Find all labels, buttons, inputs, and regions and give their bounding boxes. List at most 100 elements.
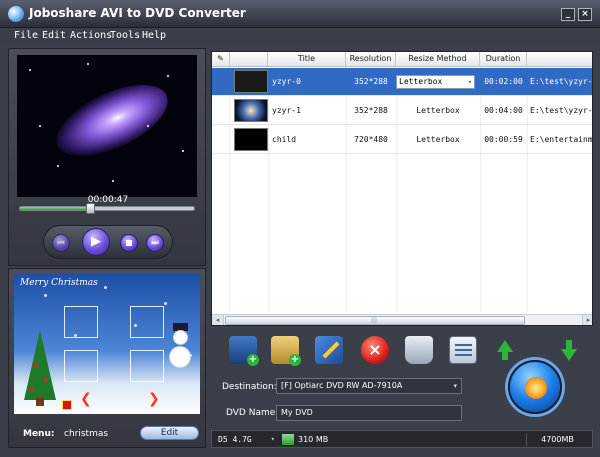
ornament bbox=[30, 388, 34, 392]
edit-video-icon[interactable] bbox=[315, 336, 343, 364]
star bbox=[87, 63, 89, 65]
table-header: ✎ Title Resolution Resize Method Duratio… bbox=[212, 52, 592, 67]
play-button[interactable]: ▶ bbox=[82, 228, 110, 256]
title-bar: Joboshare AVI to DVD Converter _ × bbox=[0, 0, 600, 28]
snowman-head bbox=[173, 330, 188, 345]
video-thumbnail bbox=[234, 99, 268, 122]
close-button[interactable]: × bbox=[578, 8, 592, 21]
column-thumbnail bbox=[230, 52, 268, 67]
menu-edit[interactable]: Edit bbox=[42, 30, 66, 41]
scroll-grip-icon: ||| bbox=[371, 317, 378, 324]
resize-method-value: Letterbox bbox=[399, 77, 443, 86]
delete-icon[interactable] bbox=[361, 336, 389, 364]
menu-bar: File Edit Actions Tools Help bbox=[0, 28, 600, 44]
row-title: child bbox=[272, 135, 297, 144]
disc-type-select[interactable]: D5 4.7G ▾ bbox=[214, 433, 278, 446]
star bbox=[57, 165, 59, 167]
star bbox=[112, 180, 114, 182]
move-up-icon[interactable] bbox=[491, 336, 519, 364]
row-resolution: 352*288 bbox=[354, 77, 388, 86]
row-title: yzyr-1 bbox=[272, 106, 301, 115]
star bbox=[147, 125, 149, 127]
table-row[interactable]: yzyr-1 352*288 Letterbox 00:04:00 E:\tes… bbox=[212, 97, 593, 125]
chevron-down-icon: ▾ bbox=[453, 382, 457, 390]
galaxy-image bbox=[45, 70, 179, 171]
row-duration: 00:02:00 bbox=[484, 77, 523, 86]
menu-help[interactable]: Help bbox=[142, 30, 166, 41]
minimize-button[interactable]: _ bbox=[561, 8, 575, 21]
menu-template-panel: Merry Christmas ❮ ❯ Menu: christmas Edit bbox=[8, 268, 206, 448]
row-path: E:\entertainme bbox=[530, 135, 593, 144]
ornament bbox=[34, 364, 38, 368]
column-title[interactable]: Title bbox=[268, 52, 346, 67]
dvd-name-input[interactable]: My DVD bbox=[276, 405, 462, 421]
row-resolution: 720*480 bbox=[354, 135, 388, 144]
christmas-tree-icon bbox=[24, 330, 56, 400]
row-path: E:\test\yzyr-0 bbox=[530, 77, 593, 86]
resize-method-select[interactable]: Letterbox ▾ bbox=[396, 75, 475, 89]
burn-disc-icon bbox=[525, 377, 547, 399]
stop-button[interactable] bbox=[120, 234, 138, 252]
horizontal-scrollbar[interactable]: ◂ ||| ▸ bbox=[212, 314, 592, 325]
disc-type-value: D5 4.7G bbox=[218, 435, 252, 444]
convert-button[interactable] bbox=[508, 360, 562, 414]
menu-title-text: Merry Christmas bbox=[20, 278, 98, 288]
row-path: E:\test\yzyr-1 bbox=[530, 106, 593, 115]
destination-value: [F] Optiarc DVD RW AD-7910A bbox=[281, 381, 403, 390]
destination-select[interactable]: [F] Optiarc DVD RW AD-7910A ▾ bbox=[276, 378, 462, 394]
add-video-icon[interactable] bbox=[229, 336, 259, 366]
video-thumbnail bbox=[234, 128, 268, 151]
snowman-icon bbox=[169, 346, 191, 368]
menu-actions[interactable]: Actions bbox=[70, 30, 112, 41]
seek-slider[interactable] bbox=[19, 203, 195, 214]
column-path[interactable] bbox=[527, 52, 592, 67]
current-time: 00:00:47 bbox=[87, 195, 129, 205]
scroll-left-icon[interactable]: ◂ bbox=[212, 315, 224, 325]
star bbox=[167, 75, 169, 77]
chevron-down-icon: ▾ bbox=[270, 435, 275, 443]
scroll-thumb[interactable]: ||| bbox=[225, 316, 525, 325]
video-thumbnail bbox=[234, 70, 268, 93]
column-duration[interactable]: Duration bbox=[480, 52, 527, 67]
video-preview bbox=[17, 55, 197, 197]
menu-file[interactable]: File bbox=[14, 30, 38, 41]
column-resize-method[interactable]: Resize Method bbox=[396, 52, 480, 67]
add-folder-icon[interactable] bbox=[271, 336, 301, 366]
move-down-icon[interactable] bbox=[555, 336, 583, 364]
app-logo-icon bbox=[8, 6, 24, 22]
table-row[interactable]: yzyr-0 352*288 Letterbox ▾ 00:02:00 E:\t… bbox=[212, 68, 593, 96]
next-button[interactable]: ⏭ bbox=[146, 234, 164, 252]
disc-capacity: 4700MB bbox=[526, 433, 588, 446]
star bbox=[182, 150, 184, 152]
tree-trunk bbox=[36, 398, 44, 406]
disc-usage-text: 310 MB bbox=[298, 435, 329, 444]
edit-menu-button[interactable]: Edit bbox=[140, 426, 199, 440]
seek-progress bbox=[20, 207, 90, 210]
window-title: Joboshare AVI to DVD Converter bbox=[29, 6, 246, 20]
star bbox=[39, 125, 41, 127]
chevron-down-icon: ▾ bbox=[467, 78, 472, 86]
column-resolution[interactable]: Resolution bbox=[346, 52, 396, 67]
menu-tools[interactable]: Tools bbox=[110, 30, 140, 41]
properties-icon[interactable] bbox=[449, 336, 477, 364]
previous-button[interactable]: ⏮ bbox=[52, 234, 70, 252]
edit-column-icon[interactable]: ✎ bbox=[212, 52, 230, 67]
row-title: yzyr-0 bbox=[272, 77, 301, 86]
menu-thumbnail-slot bbox=[130, 306, 164, 338]
snowflake bbox=[44, 294, 47, 297]
dvd-name-label: DVD Name: bbox=[226, 408, 279, 418]
menu-label: Menu: bbox=[23, 429, 55, 439]
row-resize-method: Letterbox bbox=[416, 106, 460, 115]
menu-thumbnail-slot bbox=[64, 350, 98, 382]
recycle-bin-icon[interactable] bbox=[405, 336, 433, 364]
star bbox=[29, 69, 31, 71]
table-row[interactable]: child 720*480 Letterbox 00:00:59 E:\ente… bbox=[212, 126, 593, 154]
menu-next-arrow-icon: ❯ bbox=[148, 391, 160, 407]
scroll-right-icon[interactable]: ▸ bbox=[582, 315, 592, 325]
menu-prev-arrow-icon: ❮ bbox=[80, 391, 92, 407]
snowflake bbox=[164, 302, 167, 305]
menu-thumbnail-slot bbox=[130, 350, 164, 382]
snowflake bbox=[104, 286, 107, 289]
file-list-table: ✎ Title Resolution Resize Method Duratio… bbox=[211, 51, 593, 326]
disc-usage-bar bbox=[282, 434, 294, 445]
